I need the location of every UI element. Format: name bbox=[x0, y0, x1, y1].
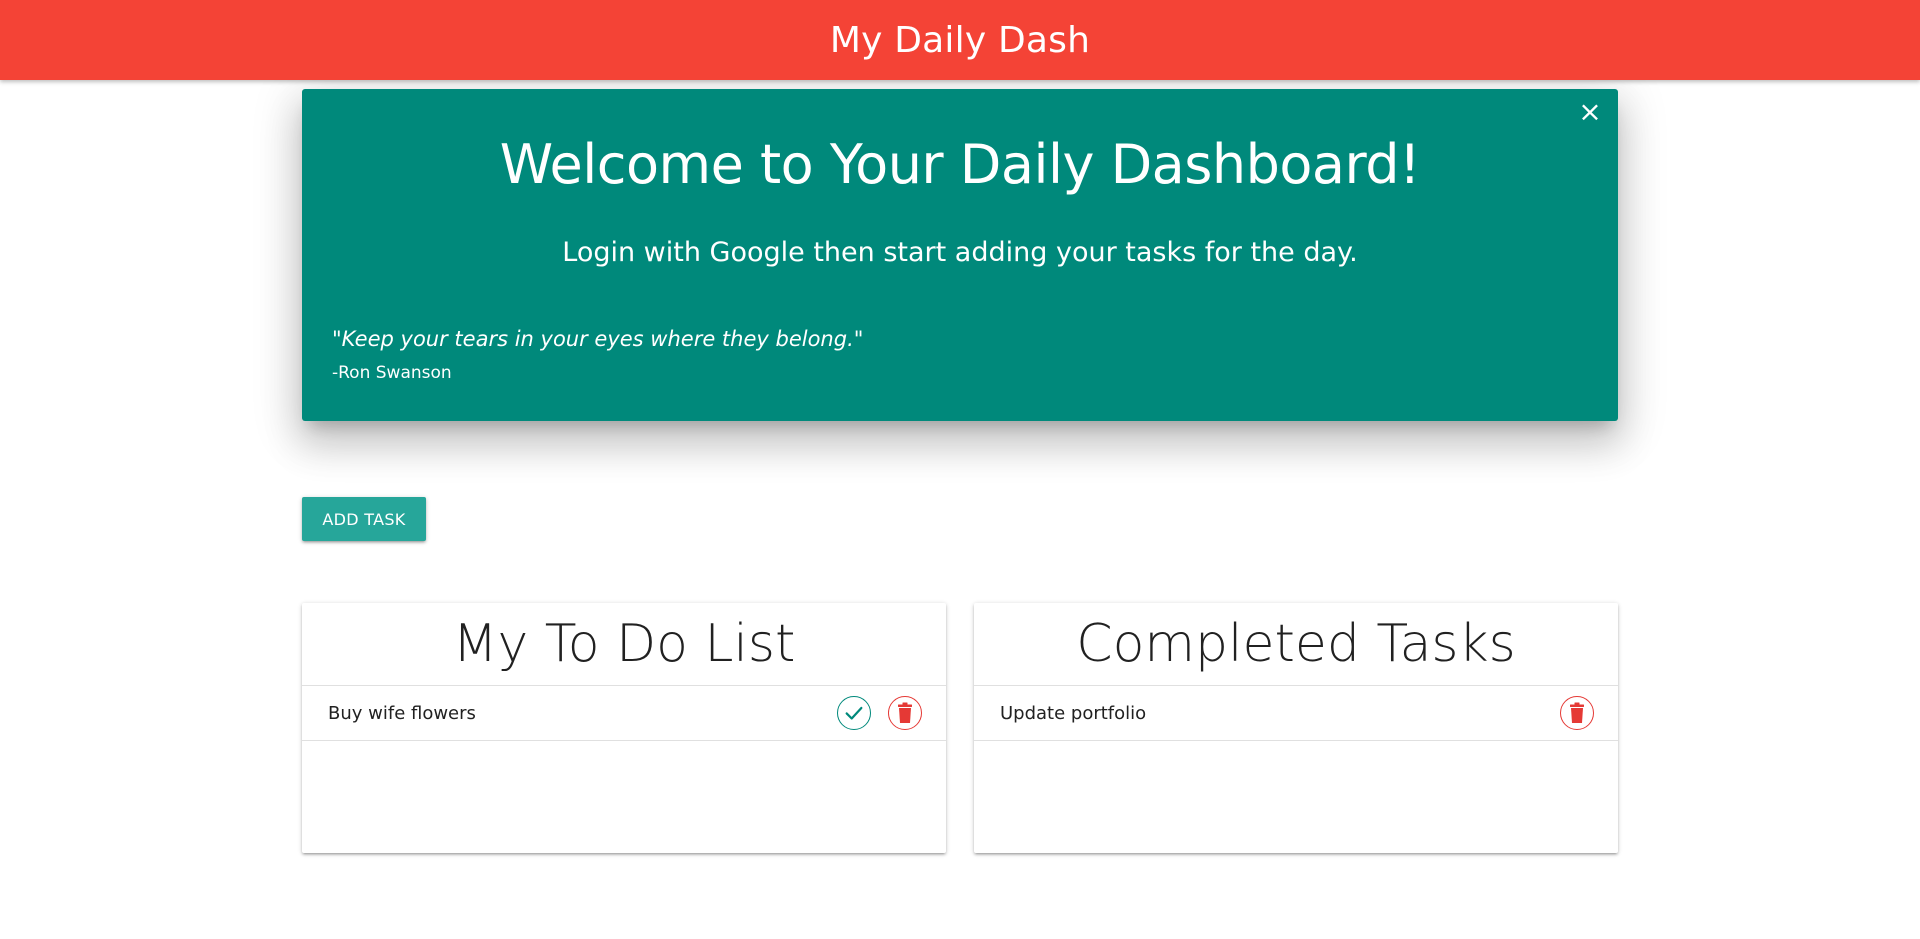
close-icon[interactable]: × bbox=[1576, 98, 1604, 126]
completed-list-item: Update portfolio bbox=[974, 685, 1618, 741]
welcome-title: Welcome to Your Daily Dashboard! bbox=[499, 133, 1421, 196]
check-circle-icon[interactable] bbox=[837, 696, 871, 730]
brand-title[interactable]: My Daily Dash bbox=[830, 20, 1090, 61]
top-navbar: My Daily Dash bbox=[0, 0, 1920, 80]
completed-item-text: Update portfolio bbox=[1000, 702, 1147, 724]
trash-icon[interactable] bbox=[888, 696, 922, 730]
todo-list-card: My To Do List Buy wife flowers bbox=[302, 603, 946, 853]
completed-tasks-card: Completed Tasks Update portfolio bbox=[974, 603, 1618, 853]
todo-list-item: Buy wife flowers bbox=[302, 685, 946, 741]
quote-text: "Keep your tears in your eyes where they… bbox=[332, 327, 864, 351]
welcome-subtitle: Login with Google then start adding your… bbox=[562, 237, 1358, 268]
completed-tasks-title: Completed Tasks bbox=[1076, 614, 1516, 674]
todo-item-text: Buy wife flowers bbox=[328, 702, 476, 724]
quote-author: -Ron Swanson bbox=[332, 363, 452, 383]
welcome-modal: × Welcome to Your Daily Dashboard! Login… bbox=[302, 89, 1618, 421]
todo-list-title: My To Do List bbox=[452, 614, 796, 674]
add-task-button[interactable]: ADD TASK bbox=[302, 497, 426, 541]
trash-icon[interactable] bbox=[1560, 696, 1594, 730]
